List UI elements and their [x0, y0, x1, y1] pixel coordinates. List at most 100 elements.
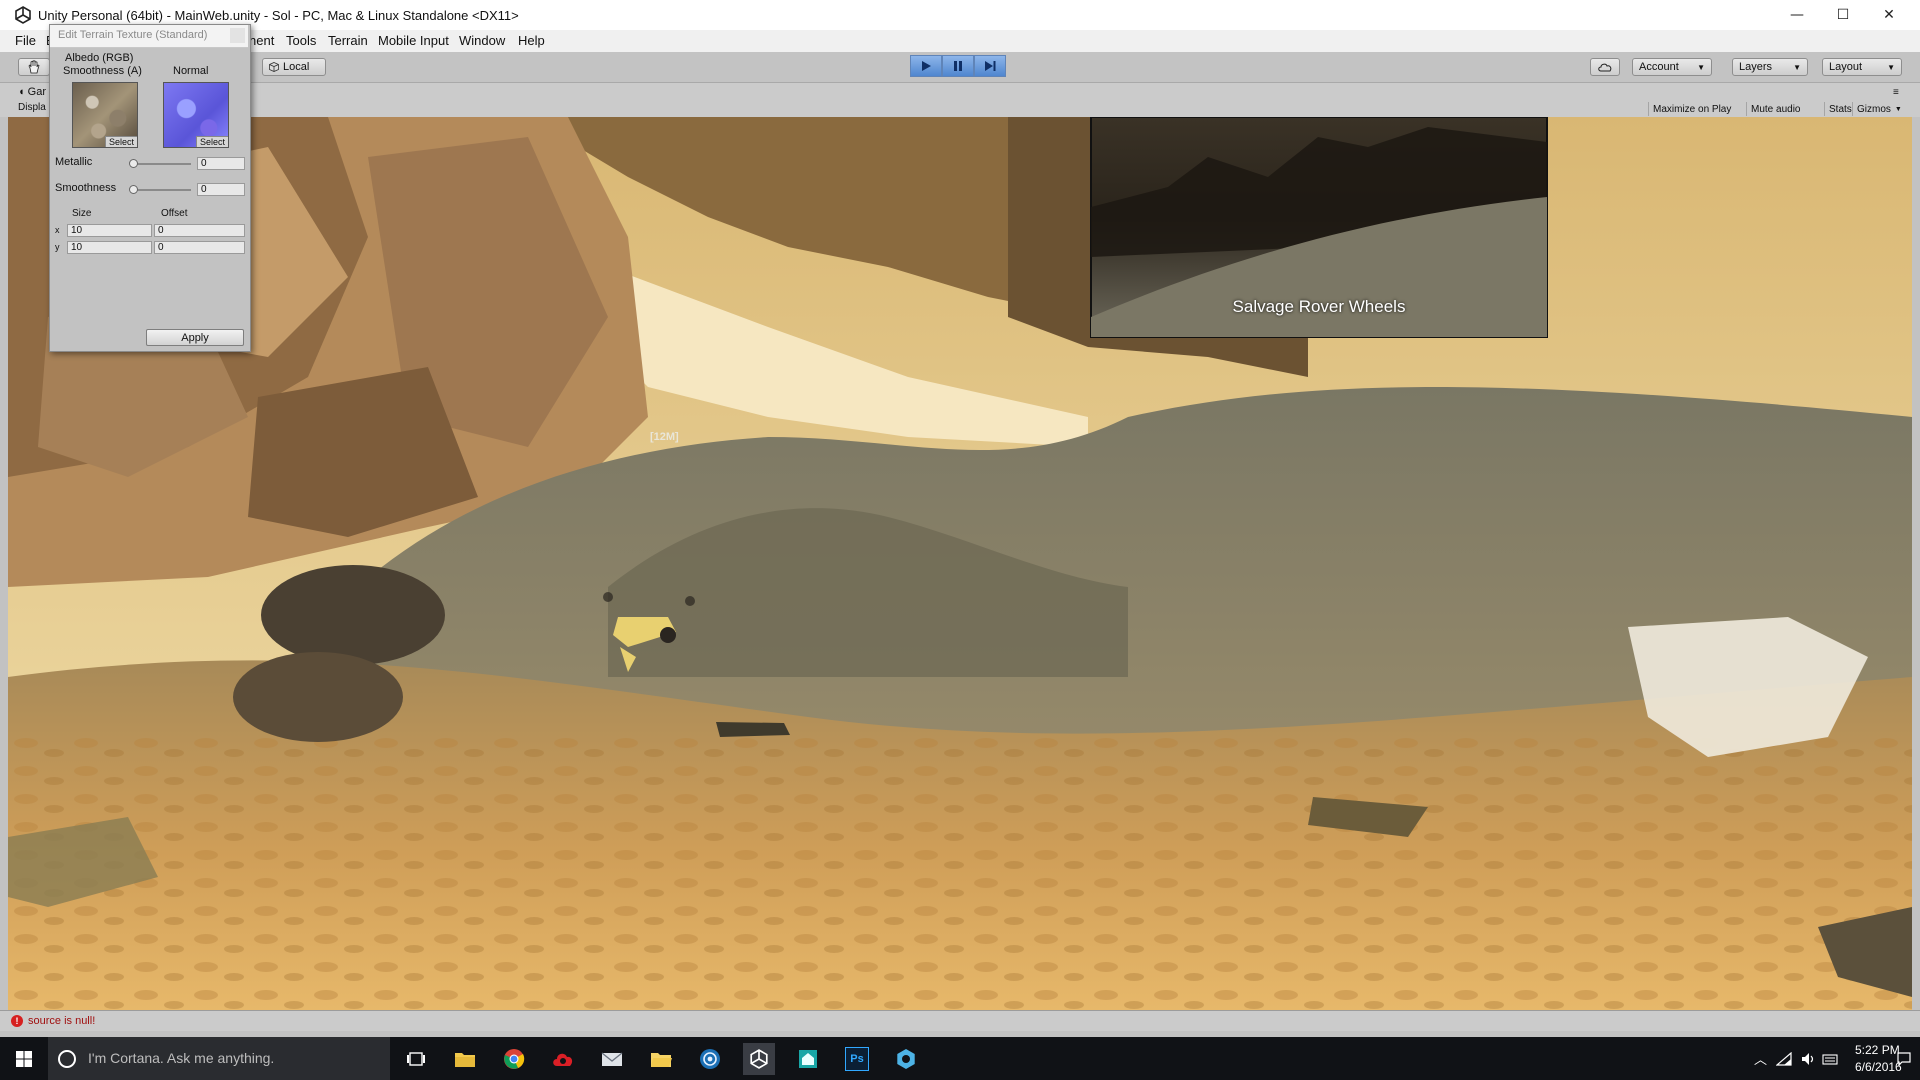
- albedo-select-button[interactable]: Select: [104, 136, 137, 147]
- hand-icon: [28, 60, 40, 74]
- metallic-slider-handle[interactable]: [129, 159, 138, 168]
- display-dropdown[interactable]: Displa: [18, 102, 46, 113]
- albedo-texture-slot[interactable]: Select: [72, 82, 138, 148]
- menu-component[interactable]: nent: [249, 33, 274, 48]
- size-y-field[interactable]: 10: [67, 241, 152, 254]
- maximize-icon: ☐: [1836, 7, 1850, 23]
- layout-dropdown[interactable]: Layout ▼: [1822, 58, 1902, 76]
- smoothness-label: Smoothness: [55, 182, 117, 194]
- window-title: Unity Personal (64bit) - MainWeb.unity -…: [38, 8, 519, 23]
- normal-texture-slot[interactable]: Select: [163, 82, 229, 148]
- layout-label: Layout: [1829, 61, 1863, 73]
- photoshop-icon-label: Ps: [850, 1053, 864, 1065]
- minimize-button[interactable]: —: [1774, 0, 1820, 30]
- smoothness-value-field[interactable]: 0: [197, 183, 245, 196]
- menu-tools[interactable]: Tools: [286, 33, 316, 48]
- dialog-title-bar[interactable]: Edit Terrain Texture (Standard): [50, 25, 248, 48]
- task-view-button[interactable]: [400, 1043, 432, 1075]
- menu-terrain[interactable]: Terrain: [328, 33, 368, 48]
- windows-taskbar: I'm Cortana. Ask me anything. Ps ︿ 5:22 …: [0, 1037, 1920, 1080]
- task-view-icon: [407, 1052, 425, 1066]
- file-explorer-app[interactable]: [449, 1043, 481, 1075]
- dropdown-arrow-icon: ▼: [1793, 62, 1801, 72]
- close-button[interactable]: ✕: [1866, 0, 1912, 30]
- minimize-icon: —: [1790, 7, 1804, 23]
- apply-button[interactable]: Apply: [146, 329, 244, 346]
- maximize-on-play-toggle[interactable]: Maximize on Play: [1648, 102, 1735, 116]
- collab-cloud-button[interactable]: [1590, 58, 1620, 76]
- edit-terrain-texture-dialog: Edit Terrain Texture (Standard) Albedo (…: [49, 24, 251, 352]
- keyboard-icon[interactable]: [1822, 1052, 1838, 1066]
- apply-label: Apply: [181, 331, 209, 344]
- metallic-value-field[interactable]: 0: [197, 157, 245, 170]
- close-icon: ✕: [1883, 7, 1895, 23]
- step-icon: [985, 61, 996, 71]
- mail-app[interactable]: [596, 1043, 628, 1075]
- unity-logo-icon: [15, 6, 31, 24]
- step-button[interactable]: [974, 55, 1006, 77]
- mail-icon: [601, 1052, 623, 1066]
- cortana-icon: [58, 1050, 76, 1068]
- toolbar: Local Account ▼ Layers ▼ Layout ▼: [0, 52, 1920, 83]
- gear-icon: [897, 1049, 915, 1069]
- photoshop-app[interactable]: Ps: [841, 1043, 873, 1075]
- network-icon[interactable]: [1776, 1052, 1792, 1066]
- maximize-button[interactable]: ☐: [1820, 0, 1866, 30]
- smoothness-slider-handle[interactable]: [129, 185, 138, 194]
- start-button[interactable]: [8, 1043, 40, 1075]
- mute-audio-toggle[interactable]: Mute audio: [1746, 102, 1804, 116]
- store-app[interactable]: [792, 1043, 824, 1075]
- steam-app[interactable]: [694, 1043, 726, 1075]
- folder-icon: [455, 1053, 475, 1067]
- menu-mobile-input[interactable]: Mobile Input: [378, 33, 449, 48]
- creative-cloud-icon: [553, 1053, 573, 1066]
- gizmos-dropdown[interactable]: Gizmos ▼: [1852, 102, 1906, 116]
- windows-logo-icon: [16, 1051, 32, 1067]
- play-button[interactable]: [910, 55, 942, 77]
- menu-window[interactable]: Window: [459, 33, 505, 48]
- chrome-app[interactable]: [498, 1043, 530, 1075]
- offset-y-field[interactable]: 0: [154, 241, 245, 254]
- clock-time[interactable]: 5:22 PM: [1855, 1043, 1900, 1057]
- menu-help[interactable]: Help: [518, 33, 545, 48]
- cube-icon: [269, 62, 279, 72]
- metallic-label: Metallic: [55, 156, 93, 168]
- size-x-field[interactable]: 10: [67, 224, 152, 237]
- play-icon: [922, 61, 931, 71]
- layers-label: Layers: [1739, 61, 1773, 73]
- unity-app-active[interactable]: [743, 1043, 775, 1075]
- game-viewport[interactable]: Salvage Rover Wheels [12M]: [8, 117, 1912, 1010]
- dialog-close-area[interactable]: [230, 28, 245, 43]
- account-dropdown[interactable]: Account ▼: [1632, 58, 1712, 76]
- tray-chevron-icon[interactable]: ︿: [1754, 1049, 1767, 1068]
- pause-button[interactable]: [942, 55, 974, 77]
- offset-x-field[interactable]: 0: [154, 224, 245, 237]
- clock-date[interactable]: 6/6/2016: [1855, 1060, 1902, 1074]
- distance-marker: [12M]: [650, 431, 679, 443]
- layers-dropdown[interactable]: Layers ▼: [1732, 58, 1808, 76]
- pivot-rotation-button[interactable]: Local: [262, 58, 326, 76]
- folder-icon: [651, 1053, 672, 1067]
- game-tab-icon: ◖: [18, 86, 25, 98]
- local-label: Local: [283, 61, 310, 73]
- folder-app[interactable]: [645, 1043, 677, 1075]
- panel-menu-icon[interactable]: ≡: [1893, 87, 1899, 98]
- cortana-search-box[interactable]: I'm Cortana. Ask me anything.: [48, 1037, 390, 1080]
- status-message[interactable]: source is null!: [28, 1015, 95, 1027]
- volume-icon[interactable]: [1800, 1052, 1816, 1066]
- game-tab[interactable]: ◖ Gar: [18, 86, 46, 98]
- normal-label: Normal: [173, 65, 209, 77]
- menu-file[interactable]: File: [15, 33, 36, 48]
- normal-select-button[interactable]: Select: [195, 136, 228, 147]
- metallic-slider[interactable]: [129, 159, 191, 168]
- settings-app[interactable]: [890, 1043, 922, 1075]
- dropdown-arrow-icon: ▼: [1887, 62, 1895, 72]
- action-center-icon[interactable]: [1896, 1051, 1912, 1067]
- creative-cloud-app[interactable]: [547, 1043, 579, 1075]
- pause-icon: [954, 61, 962, 71]
- game-tab-label: Gar: [27, 86, 46, 98]
- house-icon: [799, 1050, 817, 1068]
- status-bar: ! source is null!: [0, 1010, 1920, 1031]
- hand-tool-button[interactable]: [18, 58, 50, 76]
- smoothness-slider[interactable]: [129, 185, 191, 194]
